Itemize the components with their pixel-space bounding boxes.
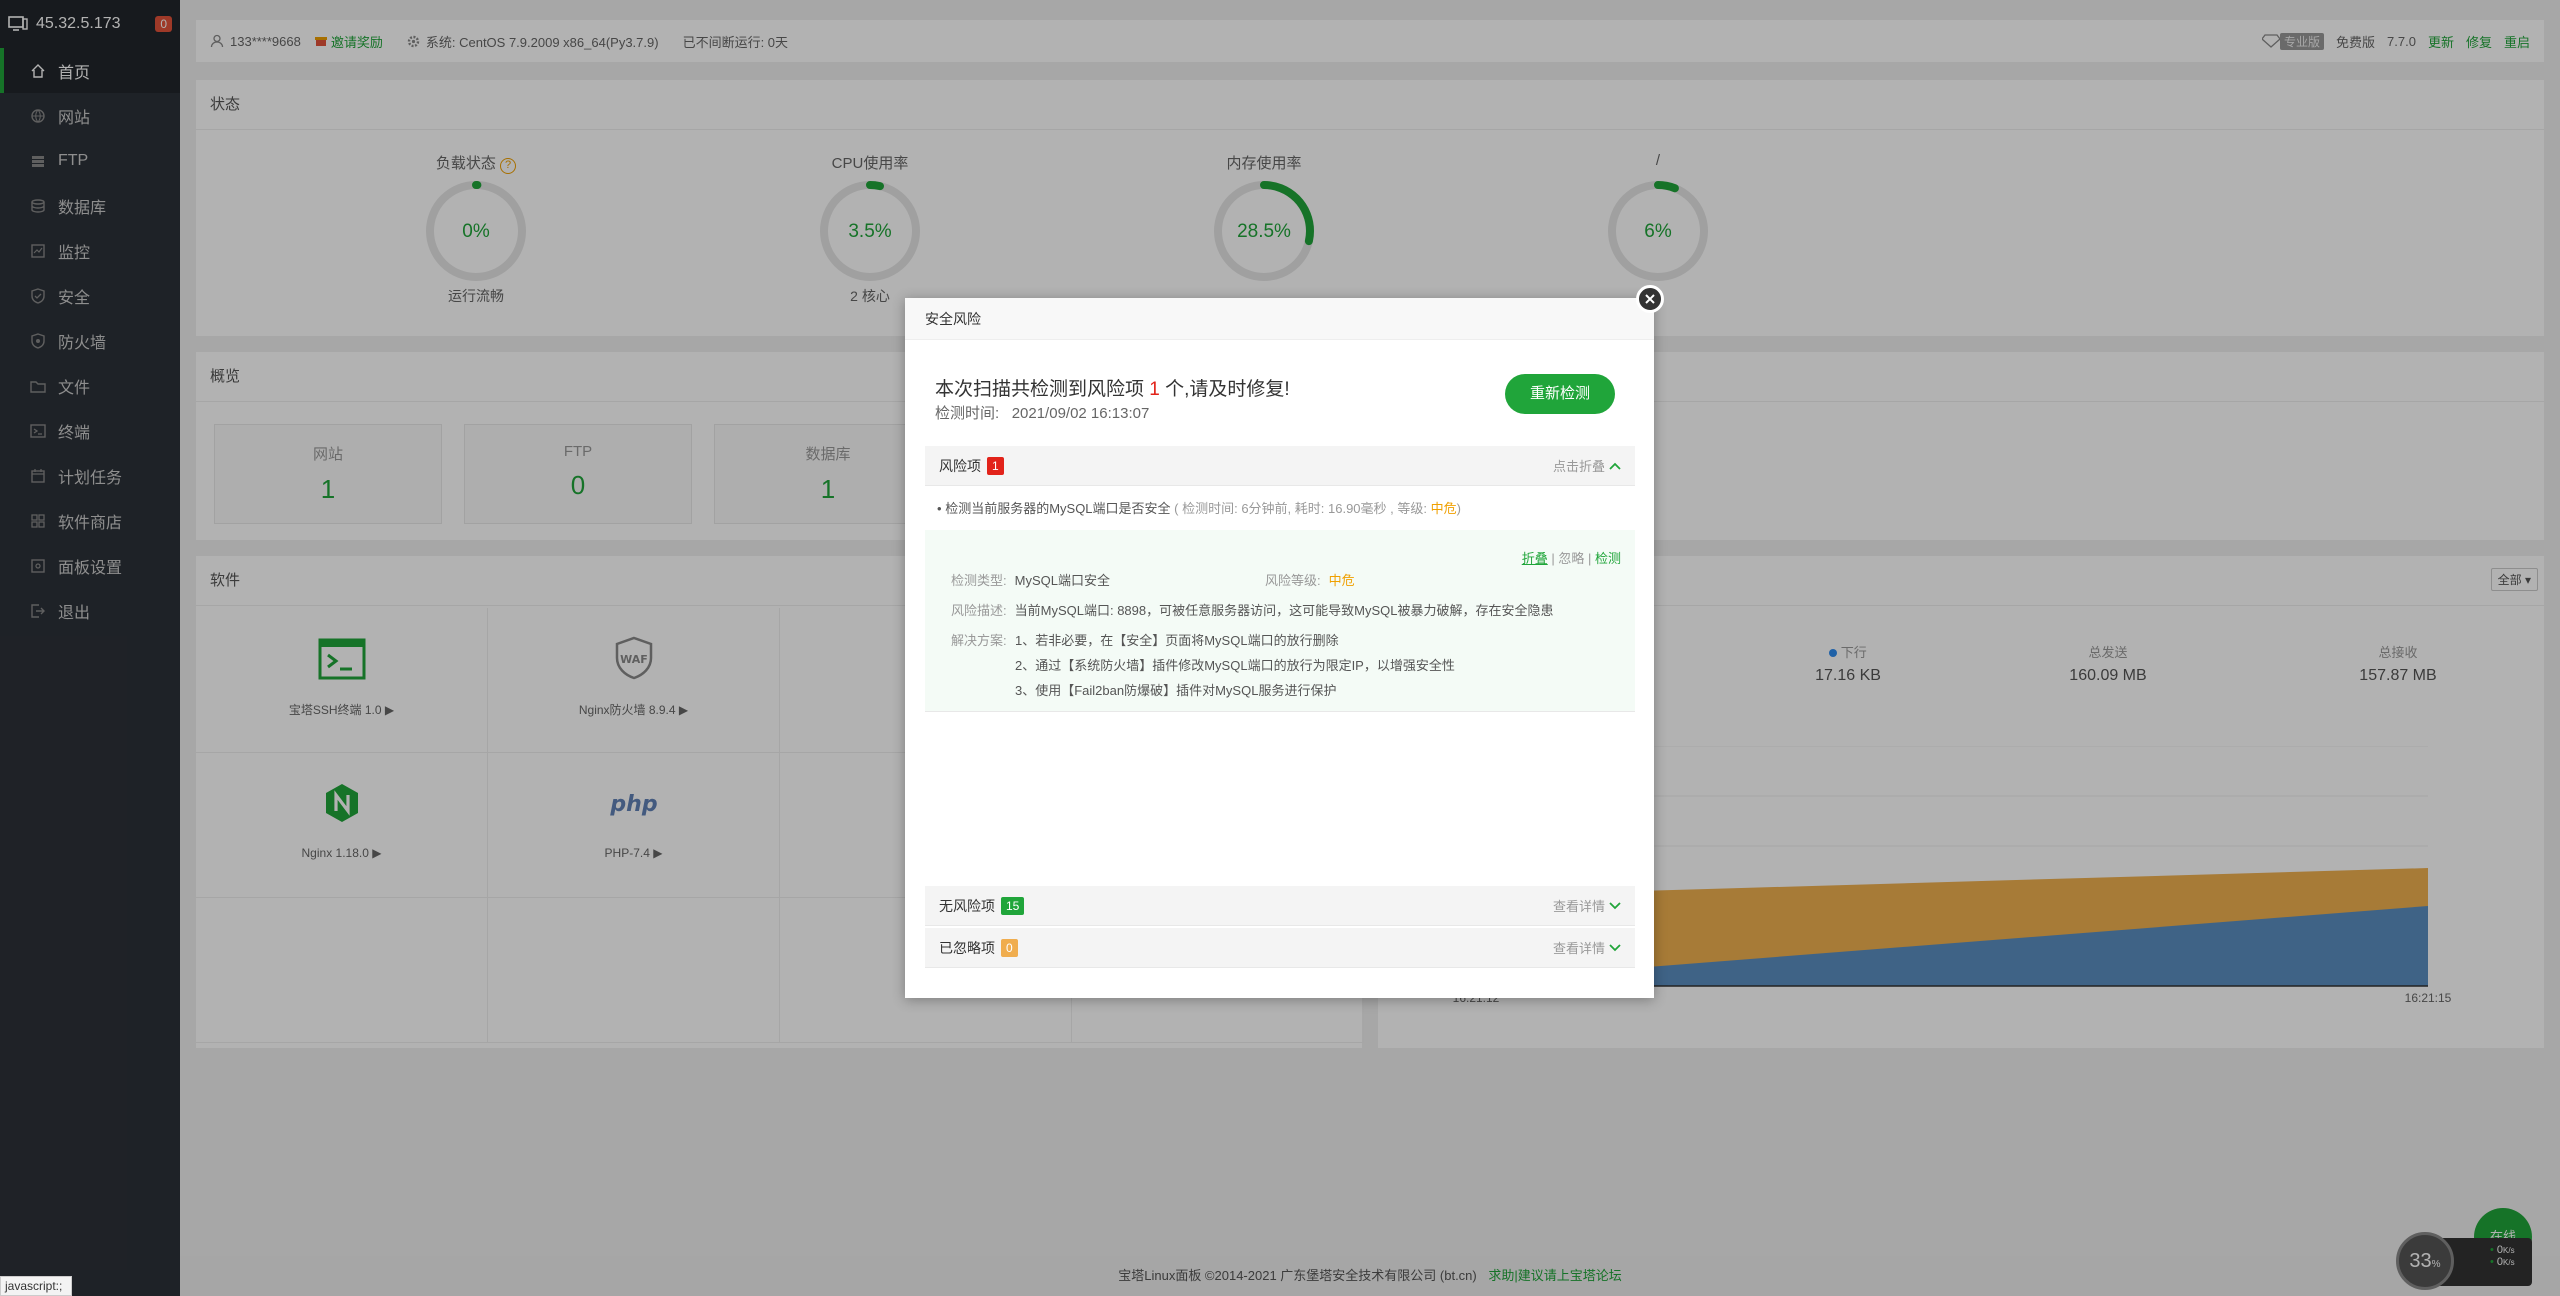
summary-prefix: 本次扫描共检测到风险项 (935, 379, 1150, 400)
risk-item-title: 检测当前服务器的MySQL端口是否安全 (945, 501, 1171, 516)
level-value: 中危 (1328, 573, 1355, 588)
detail-actions: 折叠 | 忽略 | 检测 (1521, 551, 1621, 566)
chevron-down-icon (1609, 943, 1621, 952)
view-detail-toggle[interactable]: 查看详情 (1553, 896, 1621, 915)
solution-line: 1、若非必要，在【安全】页面将MySQL端口的放行删除 (1015, 633, 1339, 648)
scan-time-value: 2021/09/02 16:13:07 (1011, 405, 1150, 422)
risk-section-label: 风险项 (939, 457, 981, 474)
view-detail-label: 查看详情 (1552, 941, 1605, 956)
collapse-label: 点击折叠 (1552, 459, 1605, 474)
ignored-count-badge: 0 (1001, 938, 1018, 957)
ignored-section-header[interactable]: 已忽略项 0 查看详情 (925, 928, 1635, 968)
view-detail-toggle[interactable]: 查看详情 (1553, 938, 1621, 957)
safe-count-badge: 15 (1001, 896, 1025, 915)
risk-section-header[interactable]: 风险项 1 点击折叠 (925, 446, 1635, 486)
detail-type-row: 检测类型: MySQL端口安全 (951, 570, 1110, 589)
dialog-title: 安全风险 (905, 298, 1654, 340)
ignore-link[interactable]: 忽略 (1558, 551, 1584, 566)
risk-item[interactable]: • 检测当前服务器的MySQL端口是否安全 ( 检测时间: 6分钟前, 耗时: … (937, 498, 1461, 517)
view-detail-label: 查看详情 (1552, 899, 1605, 914)
scan-summary: 本次扫描共检测到风险项 1 个,请及时修复! (935, 374, 1290, 401)
solution-line: 3、使用【Fail2ban防爆破】插件对MySQL服务进行保护 (1015, 683, 1337, 698)
risk-item-meta-end: ) (1456, 501, 1461, 516)
ignored-section-label: 已忽略项 (939, 939, 995, 956)
close-icon[interactable] (1636, 285, 1664, 313)
risk-detail: 折叠 | 忽略 | 检测 检测类型: MySQL端口安全 风险等级: 中危 风险描述… (925, 530, 1635, 712)
security-risk-dialog: 安全风险 本次扫描共检测到风险项 1 个,请及时修复! 检测时间: 2021/0… (905, 298, 1654, 998)
solution-line: 2、通过【系统防火墙】插件修改MySQL端口的放行为限定IP，以增强安全性 (1015, 658, 1455, 673)
detail-desc-row: 风险描述: 当前MySQL端口: 8898，可被任意服务器访问，这可能导致MySQ… (951, 600, 1553, 619)
type-label: 检测类型: (951, 573, 1007, 588)
solution-label: 解决方案: (951, 633, 1007, 648)
risk-item-level: 中危 (1430, 501, 1457, 516)
summary-suffix: 个,请及时修复! (1159, 379, 1290, 400)
scan-time: 检测时间: 2021/09/02 16:13:07 (935, 402, 1149, 423)
risk-count-badge: 1 (987, 456, 1004, 475)
check-link[interactable]: 检测 (1595, 551, 1621, 566)
safe-section-header[interactable]: 无风险项 15 查看详情 (925, 886, 1635, 926)
risk-item-meta: ( 检测时间: 6分钟前, 耗时: 16.90毫秒 , 等级: (1174, 501, 1431, 516)
fold-link[interactable]: 折叠 (1522, 551, 1548, 566)
chevron-up-icon (1609, 462, 1621, 470)
collapse-toggle[interactable]: 点击折叠 (1553, 456, 1621, 475)
type-value: MySQL端口安全 (1014, 573, 1110, 588)
browser-status-bar: javascript:; (0, 1276, 72, 1296)
rescan-button[interactable]: 重新检测 (1505, 374, 1615, 414)
detail-level-row: 风险等级: 中危 (1265, 570, 1355, 589)
bullet-icon: • (937, 501, 942, 516)
desc-label: 风险描述: (951, 603, 1007, 618)
level-label: 风险等级: (1265, 573, 1321, 588)
chevron-down-icon (1609, 901, 1621, 910)
desc-value: 当前MySQL端口: 8898，可被任意服务器访问，这可能导致MySQL被暴力破… (1014, 603, 1554, 618)
scan-time-label: 检测时间: (935, 405, 1000, 422)
detail-solution-row: 解决方案: (951, 630, 1015, 649)
risk-count-inline: 1 (1149, 379, 1160, 400)
safe-section-label: 无风险项 (939, 897, 995, 914)
